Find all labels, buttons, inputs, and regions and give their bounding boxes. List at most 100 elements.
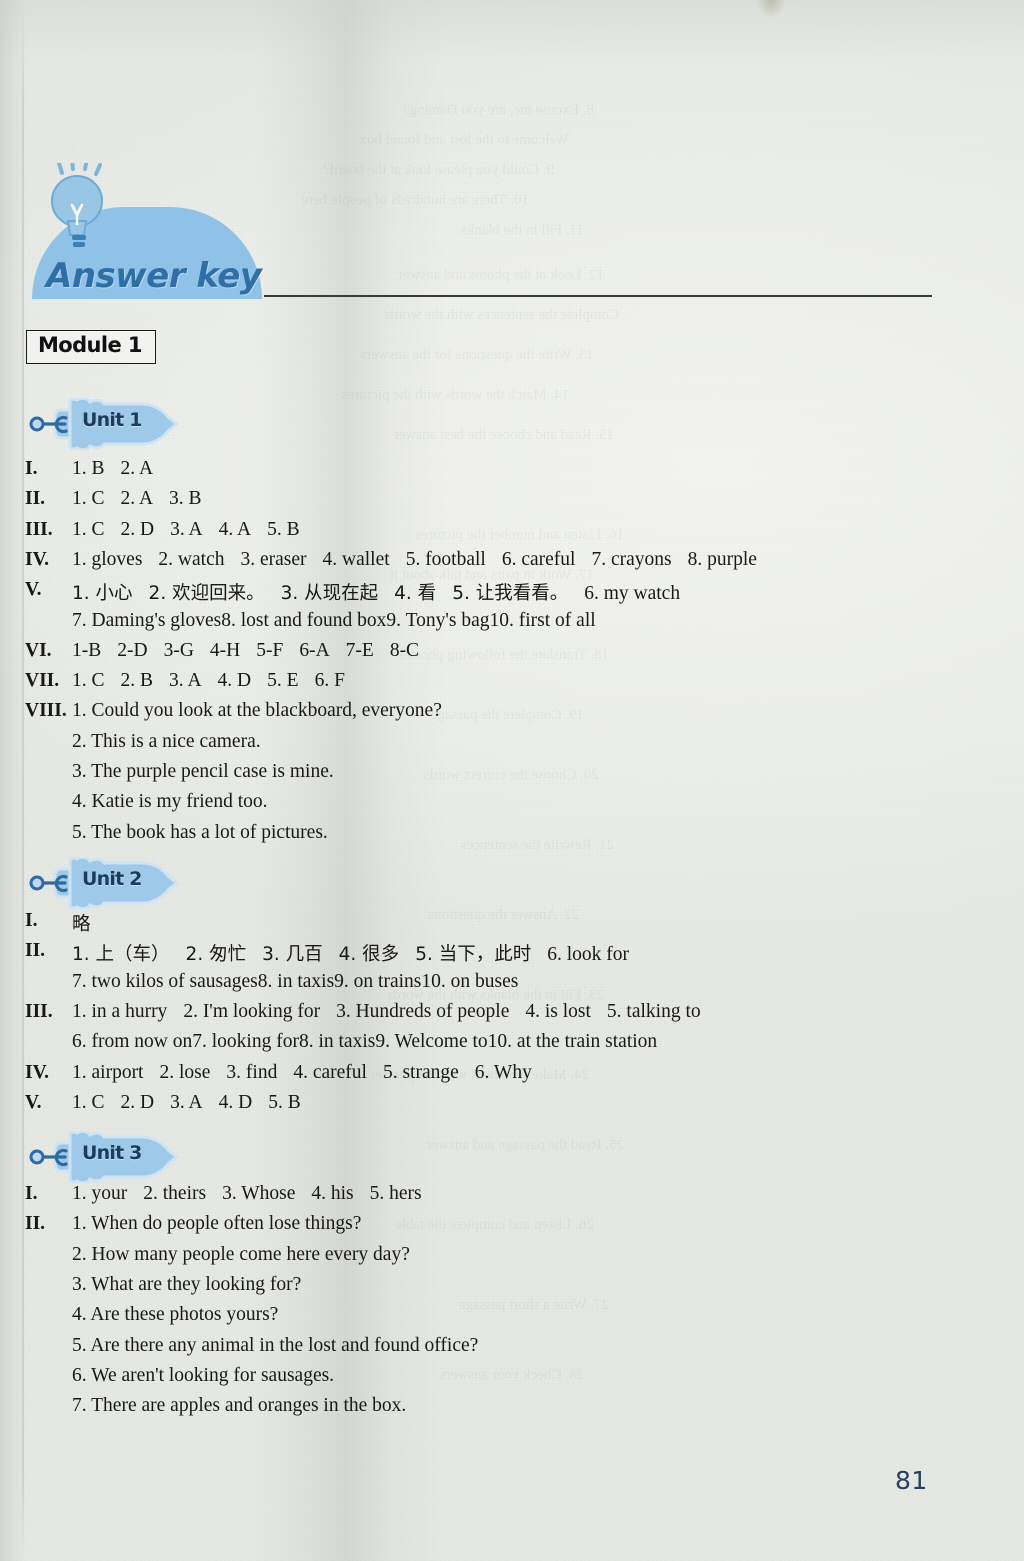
answer-item: 1. in a hurry [72, 1000, 168, 1022]
answer-item: 2. 欢迎回来。 [148, 583, 265, 605]
answer-items: 5. The book has a lot of pictures. [72, 822, 328, 844]
answer-item: 4. 很多 [338, 944, 400, 966]
answer-item: 2. This is a nice camera. [72, 730, 261, 752]
roman-numeral: II. [25, 488, 46, 510]
answer-item: 2. watch [158, 548, 225, 570]
roman-numeral: IV. [25, 548, 50, 570]
answer-item: 5. talking to [606, 1000, 701, 1022]
answer-item: 4-H [209, 639, 241, 661]
answer-item: 3-G [163, 639, 194, 661]
answer-item: 3. find [226, 1061, 278, 1083]
answer-items: 6. We aren't looking for sausages. [72, 1365, 334, 1387]
answer-item: 10. at the train station [487, 1031, 658, 1053]
answer-items: 7. There are apples and oranges in the b… [72, 1395, 406, 1417]
answer-item: 3. What are they looking for? [72, 1273, 302, 1295]
answer-items: 1. B 2. A [72, 458, 153, 480]
answer-items: 7. two kilos of sausages8. in taxis9. on… [72, 971, 518, 993]
answer-item: 6. from now on [72, 1031, 193, 1053]
roman-numeral: I. [25, 458, 38, 479]
answer-item: 1-B [72, 639, 102, 661]
answer-item: 5. Are there any animal in the lost and … [72, 1334, 479, 1356]
answer-items: 1. Could you look at the blackboard, eve… [72, 700, 442, 722]
roman-numeral: VIII. [25, 700, 67, 722]
answer-item: 5. football [405, 548, 486, 570]
answer-item: 1. 上（车） [72, 944, 170, 966]
unit-badge-1: Unit 1 [25, 398, 185, 450]
answer-items: 4. Are these photos yours? [72, 1304, 278, 1326]
answer-item: 2. How many people come here every day? [72, 1243, 410, 1265]
answer-item: 2. A [120, 458, 154, 479]
roman-numeral: II. [25, 940, 46, 962]
answer-items: 略 [72, 910, 91, 936]
answer-item: 7. Daming's gloves [72, 609, 222, 631]
page-number: 81 [895, 1466, 928, 1495]
unit-badge-label: Unit 2 [82, 868, 142, 890]
answer-item: 5. B [267, 518, 300, 540]
answer-item: 3. A [170, 518, 203, 540]
roman-numeral: III. [25, 518, 53, 540]
answer-item: 2. D [120, 1091, 155, 1113]
answer-items: 1-B 2-D 3-G 4-H 5-F 6-A 7-E 8-C [72, 640, 419, 662]
answer-item: 3. eraser [240, 548, 307, 570]
answer-item: 5. strange [382, 1061, 459, 1083]
answer-item: 4. A [218, 518, 252, 540]
roman-numeral: I. [25, 910, 38, 931]
answer-item: 3. 从现在起 [280, 583, 379, 605]
answer-item: 3. A [170, 1091, 203, 1113]
answer-item: 4. is lost [525, 1000, 591, 1022]
answer-item: 8. purple [687, 548, 757, 570]
answer-item: 6. F [314, 670, 345, 692]
answer-item: 3. Whose [222, 1183, 296, 1204]
answer-item: 1. your [72, 1183, 128, 1204]
answer-item: 8-C [389, 639, 420, 661]
roman-numeral: I. [25, 1183, 38, 1204]
answer-item: 1. C [72, 488, 105, 510]
answer-item: 10. on buses [421, 970, 519, 992]
module-heading: Module 1 [26, 330, 156, 364]
answer-items: 1. C 2. D 3. A 4. A 5. B [72, 519, 300, 541]
page-title: Answer key [46, 256, 262, 296]
answer-item: 4. careful [293, 1061, 367, 1083]
answer-item: 7. looking for [192, 1031, 299, 1053]
answer-item: 9. Tony's bag [386, 609, 490, 631]
answer-item: 5-F [256, 639, 284, 661]
answer-items: 1. your 2. theirs 3. Whose 4. his 5. hers [72, 1183, 422, 1205]
answer-item: 7. two kilos of sausages [72, 970, 258, 992]
answer-items: 1. When do people often lose things? [72, 1213, 361, 1235]
answer-item: 3. A [169, 670, 202, 692]
answer-item: 7-E [345, 639, 374, 661]
answer-item: 6. my watch [584, 583, 681, 605]
answer-item: 9. Welcome to [375, 1031, 488, 1053]
answer-items: 5. Are there any animal in the lost and … [72, 1335, 478, 1357]
answer-item: 7. crayons [591, 548, 672, 570]
answer-item: 2-D [117, 639, 148, 661]
page-header: Answer key [0, 0, 1024, 310]
answer-item: 3. 几百 [262, 944, 323, 966]
unit-badge-2: Unit 2 [25, 857, 185, 909]
answer-item: 1. gloves [72, 548, 143, 570]
answer-item: 1. 小心 [72, 583, 133, 605]
answer-items: 2. This is a nice camera. [72, 731, 261, 753]
answer-items: 7. Daming's gloves8. lost and found box9… [72, 610, 596, 632]
answer-item: 1. C [72, 1091, 105, 1113]
answer-item: 4. his [311, 1183, 354, 1204]
answer-item: 8. in taxis [257, 970, 335, 992]
answer-item: 4. D [218, 1091, 253, 1113]
answer-items: 1. C 2. D 3. A 4. D 5. B [72, 1092, 301, 1114]
answer-item: 1. When do people often lose things? [72, 1213, 362, 1235]
answer-items: 4. Katie is my friend too. [72, 791, 268, 813]
roman-numeral: III. [25, 1000, 53, 1022]
answer-item: 2. B [120, 670, 154, 692]
answer-item: 7. There are apples and oranges in the b… [72, 1395, 407, 1417]
answer-item: 1. Could you look at the blackboard, eve… [72, 700, 442, 722]
answer-item: 10. first of all [489, 609, 596, 631]
answer-items: 1. airport 2. lose 3. find 4. careful 5. str… [72, 1062, 532, 1084]
answer-item: 1. C [72, 518, 105, 540]
answer-item: 3. The purple pencil case is mine. [72, 761, 334, 782]
answer-item: 略 [72, 914, 91, 935]
answer-item: 6. We aren't looking for sausages. [72, 1364, 335, 1386]
roman-numeral: V. [25, 1091, 42, 1113]
answer-item: 6. Why [474, 1061, 532, 1083]
answer-item: 1. C [72, 670, 105, 692]
answer-item: 4. wallet [322, 548, 390, 570]
